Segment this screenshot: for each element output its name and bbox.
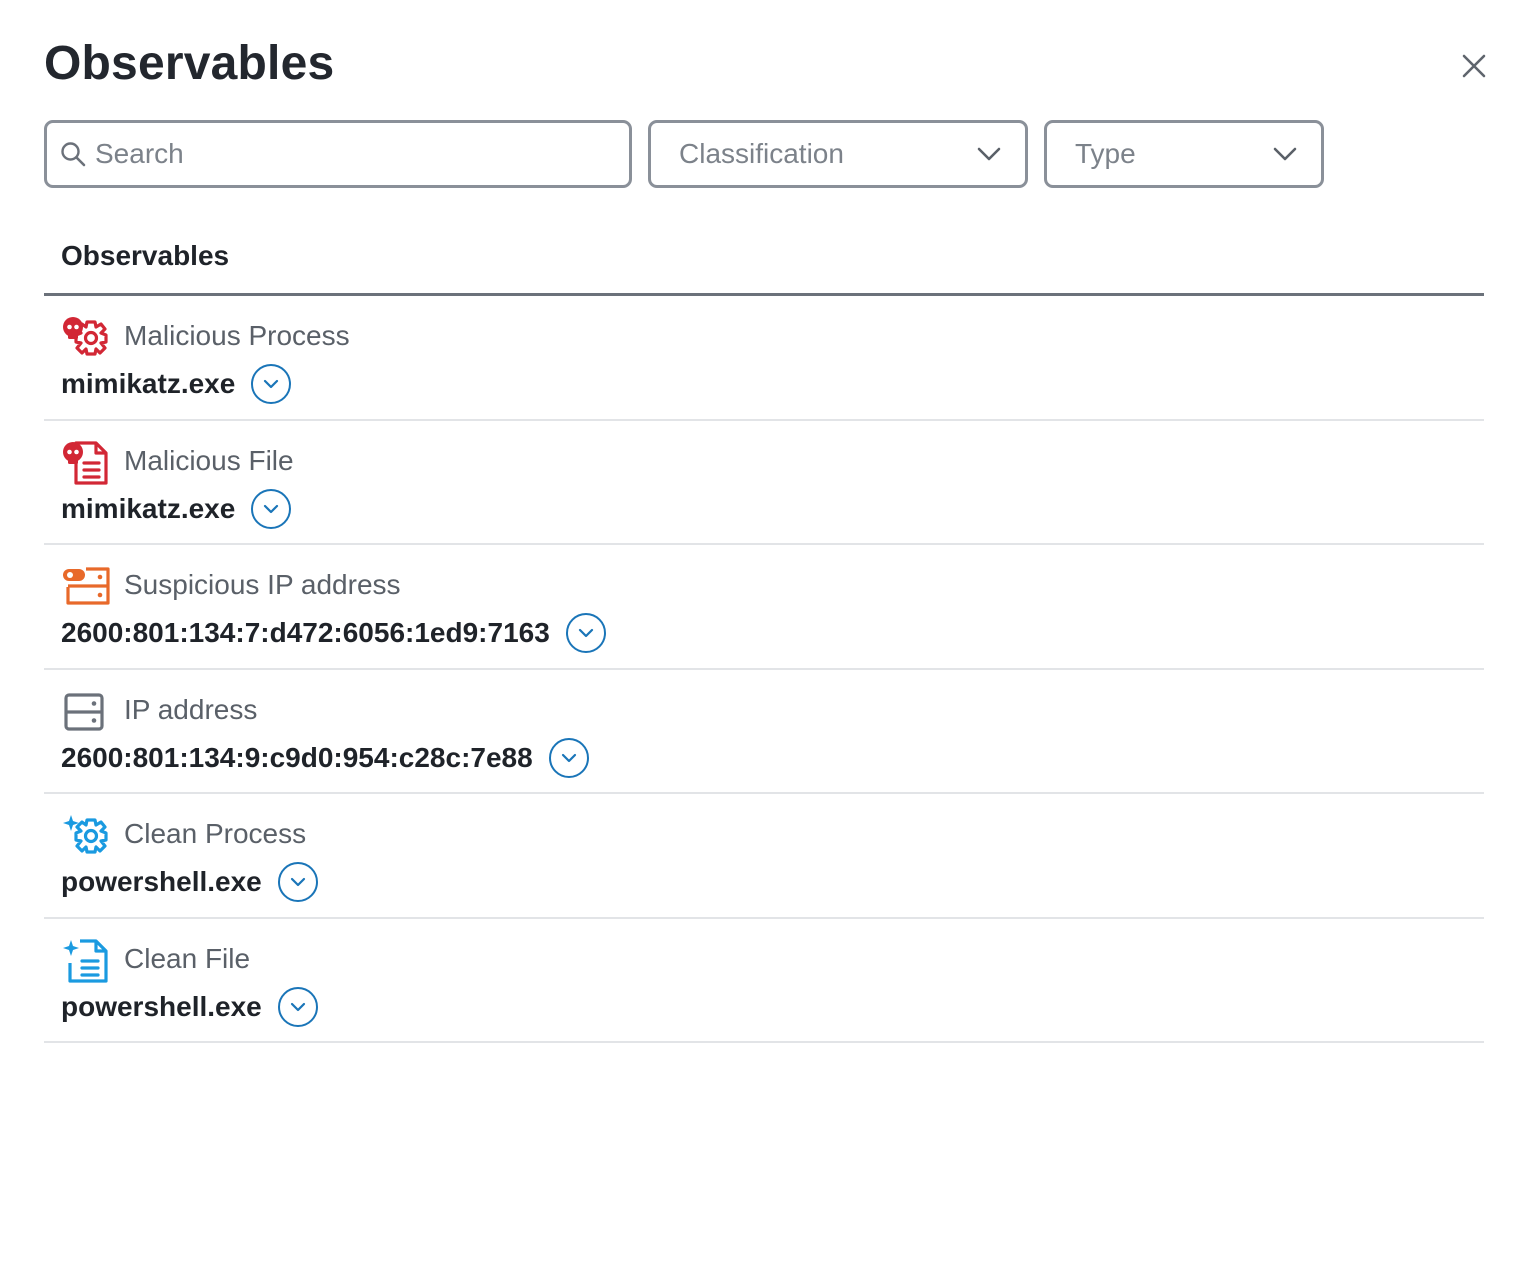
observable-value-group: powershell.exe: [61, 862, 318, 902]
observable-type-label: Malicious File: [124, 444, 294, 476]
observable-type-label: IP address: [124, 693, 258, 725]
type-select-label: Type: [1075, 138, 1136, 169]
chevron-down-icon: [264, 379, 279, 389]
chevron-down-icon: [290, 1002, 305, 1011]
observable-type-label: Malicious Process: [124, 320, 350, 351]
expand-button[interactable]: [251, 364, 292, 404]
chevron-down-icon: [290, 877, 305, 887]
observable-type-label: Clean Process: [124, 818, 307, 849]
ip-address-icon: [62, 690, 112, 734]
observable-value-group: 2600:801:134:7:d472:6056:1ed9:7163: [61, 613, 606, 653]
search-input[interactable]: [95, 138, 615, 170]
chevron-down-icon: [264, 504, 279, 513]
chevron-down-icon: [561, 753, 576, 762]
observables-column-header[interactable]: Observables: [44, 222, 1484, 296]
observable-value-group: mimikatz.exe: [61, 488, 292, 529]
observable-value-group: powershell.exe: [61, 986, 318, 1027]
observables-panel: Observables Classification Type Observab…: [0, 0, 1528, 1272]
classification-select[interactable]: Classification: [648, 120, 1028, 188]
expand-button[interactable]: [548, 737, 589, 778]
suspicious-ip-address-icon: [62, 565, 112, 609]
expand-button[interactable]: [565, 613, 606, 653]
malicious-process-icon: [62, 316, 112, 360]
observable-value: powershell.exe: [61, 990, 262, 1022]
list-item: Clean Process powershell.exe: [44, 794, 1484, 919]
observable-value: powershell.exe: [61, 866, 262, 897]
chevron-down-icon: [578, 628, 593, 638]
clean-file-icon: [62, 938, 112, 983]
close-icon: [1461, 53, 1487, 84]
list-item: IP address 2600:801:134:9:c9d0:954:c28c:…: [44, 670, 1484, 794]
type-select[interactable]: Type: [1044, 120, 1324, 188]
observable-value: mimikatz.exe: [61, 492, 236, 524]
malicious-file-icon: [62, 440, 112, 485]
observable-value: 2600:801:134:9:c9d0:954:c28c:7e88: [61, 741, 533, 773]
list-item: Clean File powershell.exe: [44, 919, 1484, 1043]
expand-button[interactable]: [277, 862, 318, 902]
list-item: Malicious Process mimikatz.exe: [44, 296, 1484, 421]
chevron-down-icon: [1271, 140, 1299, 168]
column-header-label: Observables: [61, 240, 230, 271]
chevron-down-icon: [975, 140, 1003, 168]
expand-button[interactable]: [251, 488, 292, 529]
observable-value-group: 2600:801:134:9:c9d0:954:c28c:7e88: [61, 737, 589, 778]
list-item: Suspicious IP address 2600:801:134:7:d47…: [44, 545, 1484, 670]
observable-type-label: Suspicious IP address: [124, 569, 401, 600]
list-item: Malicious File mimikatz.exe: [44, 421, 1484, 545]
observable-value: 2600:801:134:7:d472:6056:1ed9:7163: [61, 617, 550, 648]
close-button[interactable]: [1456, 50, 1492, 86]
observable-value: mimikatz.exe: [61, 368, 236, 399]
observable-value-group: mimikatz.exe: [61, 364, 292, 404]
panel-title: Observables: [44, 37, 335, 90]
clean-process-icon: [62, 814, 112, 858]
observable-type-label: Clean File: [124, 942, 251, 974]
observables-list: Malicious Process mimikatz.exe Malicious…: [44, 296, 1484, 1043]
expand-button[interactable]: [277, 986, 318, 1027]
classification-select-label: Classification: [679, 138, 844, 169]
search-field[interactable]: [44, 120, 632, 188]
search-icon: [59, 140, 87, 168]
